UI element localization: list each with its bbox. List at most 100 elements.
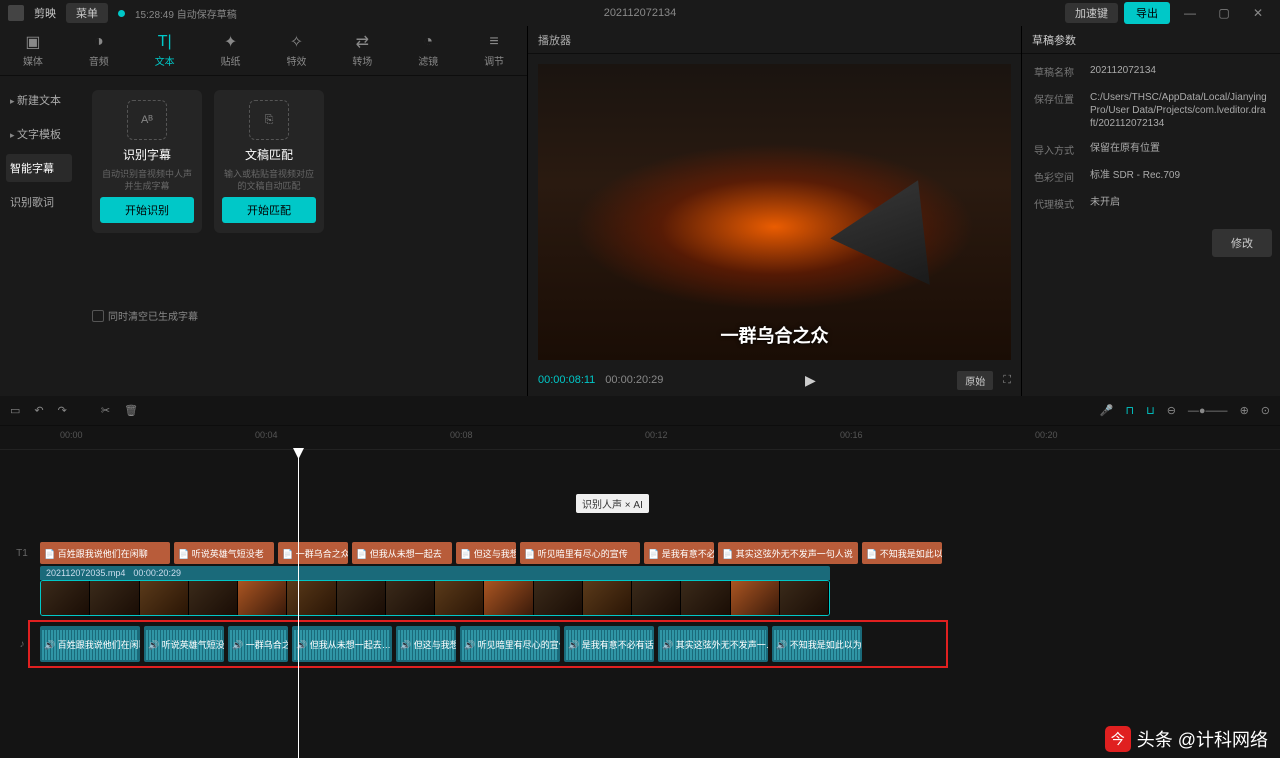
app-logo <box>8 5 24 21</box>
ruler-tick: 00:00 <box>60 430 83 440</box>
fullscreen-icon[interactable]: ⛶ <box>1003 374 1011 387</box>
minimize-button[interactable]: — <box>1176 6 1204 20</box>
delete-icon[interactable]: 🗑 <box>124 404 138 417</box>
select-tool-icon[interactable]: ▭ <box>10 404 20 417</box>
split-icon[interactable]: ✂ <box>101 404 110 417</box>
play-button[interactable]: ▶ <box>805 372 816 389</box>
timeline-tracks[interactable]: 识别人声 × AI T1 📄 百姓跟我说他们在闲聊📄 听说英雄气短没老📄 一群乌… <box>0 450 1280 758</box>
audio-clip[interactable]: 🔊 听说英雄气短没老 <box>144 626 224 662</box>
subtitle-clip[interactable]: 📄 是我有意不必 <box>644 542 714 564</box>
sidebar-item-文字模板[interactable]: 文字模板 <box>6 120 72 148</box>
audio-clip[interactable]: 🔊 听见暗里有尽心的宣传 <box>460 626 560 662</box>
timeline-ruler[interactable]: 00:0000:0400:0800:1200:1600:20 <box>0 426 1280 450</box>
zoom-slider[interactable]: —●—— <box>1188 405 1228 417</box>
video-thumbnail[interactable] <box>731 581 780 615</box>
zoom-in-icon[interactable]: ⊕ <box>1240 404 1249 417</box>
video-thumbnail[interactable] <box>435 581 484 615</box>
tool-tab-调节[interactable]: ≡调节 <box>461 26 527 75</box>
subtitle-clip[interactable]: 📄 其实这弦外无不发声一句人说 <box>718 542 858 564</box>
ratio-button[interactable]: 原始 <box>957 371 993 390</box>
clear-existing-checkbox[interactable]: 同时清空已生成字幕 <box>92 308 513 323</box>
audio-clip[interactable]: 🔊 一群乌合之众 <box>228 626 288 662</box>
sidebar-item-新建文本[interactable]: 新建文本 <box>6 86 72 114</box>
left-panel: ▣媒体◑音频T|文本✦贴纸✧特效⇄转场◔滤镜≡调节 新建文本文字模板智能字幕识别… <box>0 26 528 396</box>
video-thumbnail[interactable] <box>386 581 435 615</box>
video-thumbnail[interactable] <box>337 581 386 615</box>
audio-subtitle-track[interactable]: ♪ 🔊 百姓跟我说他们在闲聊…🔊 听说英雄气短没老🔊 一群乌合之众🔊 但我从未想… <box>40 626 1270 662</box>
video-thumbnail[interactable] <box>238 581 287 615</box>
video-track[interactable] <box>40 580 830 616</box>
video-thumbnail[interactable] <box>287 581 336 615</box>
prop-label: 草稿名称 <box>1034 64 1080 79</box>
subtitle-track[interactable]: T1 📄 百姓跟我说他们在闲聊📄 听说英雄气短没老📄 一群乌合之众📄 但我从未想… <box>40 542 1270 564</box>
tool-tab-贴纸[interactable]: ✦贴纸 <box>198 26 264 75</box>
prop-value: 未开启 <box>1090 196 1120 211</box>
tool-tab-特效[interactable]: ✧特效 <box>264 26 330 75</box>
properties-list: 草稿名称202112072134 保存位置C:/Users/THSC/AppDat… <box>1022 54 1280 221</box>
video-preview[interactable]: 一群乌合之众 <box>538 64 1011 360</box>
subtitle-clip[interactable]: 📄 不知我是如此以无后 <box>862 542 942 564</box>
video-thumbnail[interactable] <box>534 581 583 615</box>
subtitle-overlay: 一群乌合之众 <box>721 322 829 348</box>
close-button[interactable]: ✕ <box>1244 6 1272 20</box>
track-label-audio: ♪ <box>10 639 34 650</box>
subtitle-clip[interactable]: 📄 但我从未想一起去 <box>352 542 452 564</box>
video-clip-header[interactable]: 202112072035.mp4 00:00:20:29 <box>40 566 830 580</box>
link-on-icon[interactable]: ⊔ <box>1146 404 1155 417</box>
subtitle-clip[interactable]: 📄 但这与我想 <box>456 542 516 564</box>
subtitle-clip[interactable]: 📄 听说英雄气短没老 <box>174 542 274 564</box>
tool-tab-转场[interactable]: ⇄转场 <box>329 26 395 75</box>
toutiao-logo-icon: 今 <box>1105 726 1131 752</box>
video-thumbnail[interactable] <box>41 581 90 615</box>
video-thumbnail[interactable] <box>583 581 632 615</box>
maximize-button[interactable]: ▢ <box>1210 6 1238 20</box>
mic-icon[interactable]: 🎤 <box>1100 404 1114 417</box>
tool-tab-滤镜[interactable]: ◔滤镜 <box>395 26 461 75</box>
audio-clip[interactable]: 🔊 百姓跟我说他们在闲聊… <box>40 626 140 662</box>
sidebar-item-识别歌词[interactable]: 识别歌词 <box>6 188 72 216</box>
menu-button[interactable]: 菜单 <box>66 3 108 23</box>
video-thumbnail[interactable] <box>189 581 238 615</box>
tool-tab-媒体[interactable]: ▣媒体 <box>0 26 66 75</box>
selection-tooltip: 识别人声 × AI <box>576 494 649 513</box>
preview-header: 播放器 <box>528 26 1021 54</box>
video-thumbnail[interactable] <box>90 581 139 615</box>
export-button[interactable]: 导出 <box>1124 2 1170 24</box>
subtitle-clip[interactable]: 📄 听见暗里有尽心的宣传 <box>520 542 640 564</box>
tool-tab-文本[interactable]: T|文本 <box>132 26 198 75</box>
video-thumbnail[interactable] <box>780 581 829 615</box>
video-thumbnail[interactable] <box>484 581 533 615</box>
tool-tab-音频[interactable]: ◑音频 <box>66 26 132 75</box>
start-match-button[interactable]: 开始匹配 <box>222 197 316 223</box>
prop-label: 代理模式 <box>1034 196 1080 211</box>
ruler-tick: 00:20 <box>1035 430 1058 440</box>
特效-icon: ✧ <box>287 33 305 51</box>
video-thumbnail[interactable] <box>681 581 730 615</box>
zoom-out-icon[interactable]: ⊖ <box>1167 404 1176 417</box>
prop-row: 保存位置C:/Users/THSC/AppData/Local/Jianying… <box>1034 91 1268 130</box>
modify-button[interactable]: 修改 <box>1212 229 1272 257</box>
prop-row: 草稿名称202112072134 <box>1034 64 1268 79</box>
文本-icon: T| <box>156 33 174 51</box>
redo-icon[interactable]: ↷ <box>58 404 67 417</box>
shortcut-button[interactable]: 加速键 <box>1065 3 1118 23</box>
zoom-fit-icon[interactable]: ⊙ <box>1261 404 1270 417</box>
playhead[interactable] <box>298 450 299 758</box>
recognize-icon: Aᴮ <box>127 100 167 140</box>
prop-value: 保留在原有位置 <box>1090 142 1160 157</box>
video-thumbnail[interactable] <box>140 581 189 615</box>
subtitle-clip[interactable]: 📄 百姓跟我说他们在闲聊 <box>40 542 170 564</box>
audio-clip[interactable]: 🔊 但这与我想 <box>396 626 456 662</box>
audio-clip[interactable]: 🔊 不知我是如此以为后 <box>772 626 862 662</box>
video-thumbnail[interactable] <box>632 581 681 615</box>
audio-clip[interactable]: 🔊 但我从未想一起去… <box>292 626 392 662</box>
sidebar-item-智能字幕[interactable]: 智能字幕 <box>6 154 72 182</box>
subtitle-clip[interactable]: 📄 一群乌合之众 <box>278 542 348 564</box>
watermark-text: 头条 @计科网络 <box>1137 726 1268 752</box>
start-recognize-button[interactable]: 开始识别 <box>100 197 194 223</box>
magnet-on-icon[interactable]: ⊓ <box>1126 404 1135 417</box>
undo-icon[interactable]: ↶ <box>34 404 43 417</box>
card-title: 文稿匹配 <box>245 146 293 163</box>
audio-clip[interactable]: 🔊 其实这弦外无不发声一… <box>658 626 768 662</box>
audio-clip[interactable]: 🔊 是我有意不必有话… <box>564 626 654 662</box>
